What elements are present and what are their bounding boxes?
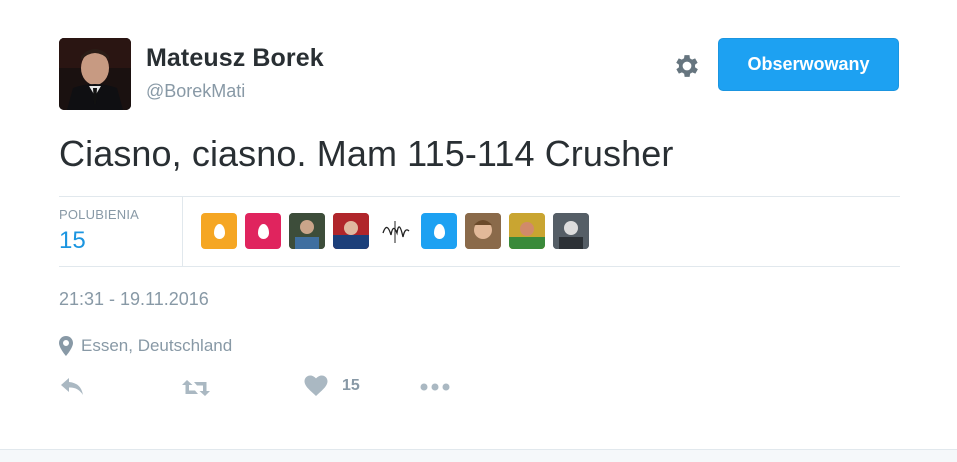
tweet-timestamp[interactable]: 21:31 - 19.11.2016 — [59, 289, 209, 310]
map-pin-icon — [59, 336, 73, 356]
likes-count[interactable]: 15 — [59, 227, 86, 255]
avatar[interactable] — [59, 38, 131, 110]
following-button[interactable]: Obserwowany — [718, 38, 899, 91]
divider — [59, 266, 900, 267]
reply-icon — [61, 378, 83, 395]
avatar-photo — [59, 38, 131, 110]
like-button[interactable]: 15 — [304, 375, 360, 397]
location-label: Essen, Deutschland — [81, 336, 233, 355]
gear-icon[interactable] — [672, 51, 702, 81]
liker-avatar-photo[interactable] — [553, 213, 589, 249]
tweet-location[interactable]: Essen, Deutschland — [59, 336, 232, 356]
like-count: 15 — [342, 377, 360, 394]
liker-avatars — [201, 213, 589, 249]
more-button[interactable] — [420, 383, 450, 391]
more-icon — [420, 383, 450, 391]
liker-avatar-photo[interactable] — [289, 213, 325, 249]
liker-avatar-photo[interactable] — [333, 213, 369, 249]
user-handle[interactable]: @BorekMati — [146, 81, 245, 102]
reply-box-edge — [0, 449, 957, 462]
divider — [59, 196, 900, 197]
retweet-button[interactable] — [181, 377, 211, 399]
liker-avatar-egg[interactable] — [421, 213, 457, 249]
liker-avatar-photo[interactable] — [465, 213, 501, 249]
liker-avatar-signature[interactable] — [377, 213, 413, 249]
tweet-text: Ciasno, ciasno. Mam 115-114 Crusher — [59, 133, 674, 174]
likes-label: POLUBIENIA — [59, 207, 140, 222]
heart-icon — [304, 375, 328, 396]
stats-divider — [182, 197, 183, 266]
reply-button[interactable] — [59, 376, 85, 398]
retweet-icon — [182, 380, 210, 396]
liker-avatar-photo[interactable] — [509, 213, 545, 249]
liker-avatar-egg[interactable] — [201, 213, 237, 249]
user-name[interactable]: Mateusz Borek — [146, 44, 324, 73]
liker-avatar-egg[interactable] — [245, 213, 281, 249]
